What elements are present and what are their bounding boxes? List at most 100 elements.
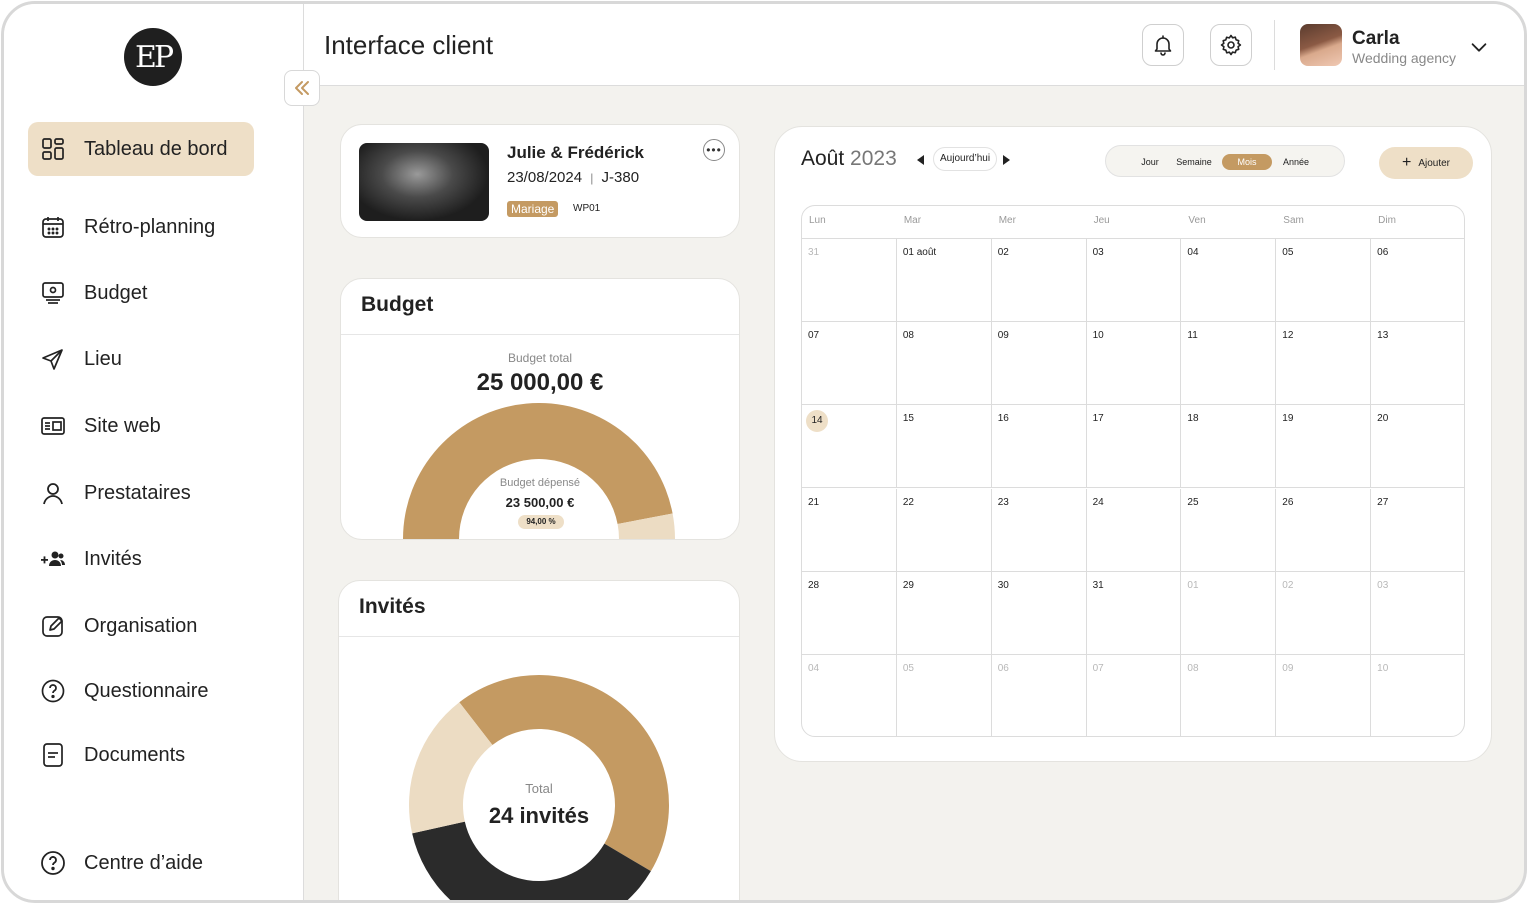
previous-month-button[interactable] bbox=[917, 155, 924, 165]
guests-total-value: 24 invités bbox=[488, 803, 590, 828]
sidebar-item-4[interactable]: Site web bbox=[28, 399, 254, 453]
add-event-button[interactable]: + Ajouter bbox=[1379, 147, 1473, 179]
app-window: EP Tableau de bord Rétro-planning Budget… bbox=[1, 1, 1527, 903]
calendar-day-number: 02 bbox=[997, 247, 1009, 258]
calendar-day-cell[interactable]: 19 bbox=[1276, 405, 1372, 489]
weekday-label: Mar bbox=[903, 215, 922, 226]
help-center-link[interactable]: Centre d’aide bbox=[28, 836, 254, 890]
sidebar-item-2[interactable]: Budget bbox=[28, 266, 254, 320]
calendar-icon bbox=[40, 214, 66, 240]
monitor-icon bbox=[40, 280, 66, 306]
calendar-day-cell[interactable]: 01 août bbox=[896, 239, 992, 323]
calendar-day-cell[interactable]: 21 bbox=[802, 488, 897, 572]
calendar-day-cell[interactable]: 24 bbox=[1086, 488, 1182, 572]
budget-total-label: Budget total bbox=[507, 351, 573, 365]
calendar-day-cell[interactable]: 06 bbox=[1371, 239, 1464, 323]
sidebar-item-label: Organisation bbox=[84, 614, 198, 637]
calendar-day-cell[interactable]: 09 bbox=[1276, 654, 1372, 736]
calendar-day-cell[interactable]: 17 bbox=[1086, 405, 1182, 489]
calendar-day-cell[interactable]: 20 bbox=[1371, 405, 1464, 489]
sidebar-item-1[interactable]: Rétro-planning bbox=[28, 200, 254, 254]
view-option-jour[interactable]: Jour bbox=[1132, 154, 1168, 170]
calendar-day-cell[interactable]: 12 bbox=[1276, 322, 1372, 406]
calendar-day-cell[interactable]: 10 bbox=[1371, 655, 1464, 736]
calendar-day-cell[interactable]: 31 bbox=[802, 239, 897, 323]
calendar-day-number: 23 bbox=[997, 496, 1009, 508]
calendar-day-cell[interactable]: 03 bbox=[1371, 572, 1464, 655]
calendar-day-cell[interactable]: 23 bbox=[991, 488, 1087, 572]
calendar-day-cell[interactable]: 01 bbox=[1181, 571, 1277, 655]
view-option-semaine[interactable]: Semaine bbox=[1168, 154, 1220, 170]
calendar-day-number: 12 bbox=[1282, 330, 1294, 342]
calendar-day-cell[interactable]: 08 bbox=[896, 322, 992, 406]
calendar-day-number: 02 bbox=[1282, 579, 1294, 591]
weekday-label: Sam bbox=[1283, 215, 1304, 226]
calendar-day-number: 10 bbox=[1092, 330, 1104, 342]
calendar-day-cell[interactable]: 14 bbox=[802, 405, 897, 489]
event-card[interactable]: Julie & Frédérick 23/08/2024 | J-380 Mar… bbox=[340, 124, 740, 238]
budget-spent-value: 23 500,00 € bbox=[505, 495, 575, 510]
calendar-day-cell[interactable]: 16 bbox=[991, 405, 1087, 489]
ellipsis-icon: ••• bbox=[706, 143, 722, 157]
sidebar-item-6[interactable]: Invités bbox=[28, 532, 254, 586]
chevron-down-icon[interactable] bbox=[1468, 36, 1490, 58]
weekday-label: Lun bbox=[809, 215, 826, 226]
calendar-day-number: 06 bbox=[997, 662, 1009, 674]
calendar-day-cell[interactable]: 27 bbox=[1371, 489, 1464, 572]
calendar-day-cell[interactable]: 07 bbox=[802, 322, 897, 406]
calendar-day-cell[interactable]: 05 bbox=[897, 654, 992, 736]
calendar-day-cell[interactable]: 02 bbox=[991, 239, 1087, 323]
calendar-day-number: 27 bbox=[1377, 496, 1389, 508]
sidebar-item-label: Budget bbox=[84, 281, 148, 304]
calendar-day-cell[interactable]: 15 bbox=[896, 405, 992, 489]
calendar-day-cell[interactable]: 30 bbox=[991, 571, 1087, 655]
calendar-day-cell[interactable]: 02 bbox=[1276, 571, 1372, 655]
weekday-label: Jeu bbox=[1093, 215, 1110, 226]
sidebar-item-9[interactable]: Documents bbox=[28, 728, 254, 782]
calendar-day-number: 13 bbox=[1377, 330, 1389, 342]
calendar-day-cell[interactable]: 31 bbox=[1086, 571, 1182, 655]
next-month-button[interactable] bbox=[1003, 155, 1010, 165]
calendar-day-number: 30 bbox=[997, 579, 1009, 591]
calendar-day-cell[interactable]: 06 bbox=[992, 654, 1087, 736]
calendar-day-cell[interactable]: 05 bbox=[1276, 239, 1372, 323]
calendar-day-cell[interactable]: 18 bbox=[1181, 405, 1277, 489]
collapse-sidebar-button[interactable] bbox=[284, 70, 320, 106]
calendar-day-cell[interactable]: 10 bbox=[1086, 322, 1182, 406]
calendar-day-cell[interactable]: 25 bbox=[1181, 488, 1277, 572]
sidebar-item-8[interactable]: Questionnaire bbox=[28, 664, 254, 718]
calendar-day-cell[interactable]: 13 bbox=[1371, 322, 1464, 406]
add-users-icon bbox=[40, 546, 66, 572]
calendar-day-cell[interactable]: 09 bbox=[991, 322, 1087, 406]
date-separator: | bbox=[590, 171, 594, 185]
calendar-day-cell[interactable]: 11 bbox=[1181, 322, 1277, 406]
calendar-day-cell[interactable]: 08 bbox=[1181, 654, 1277, 736]
calendar-day-cell[interactable]: 28 bbox=[802, 571, 897, 655]
notifications-button[interactable] bbox=[1142, 24, 1184, 66]
sidebar-item-7[interactable]: Organisation bbox=[28, 599, 254, 653]
user-avatar[interactable] bbox=[1300, 24, 1342, 66]
more-options-button[interactable]: ••• bbox=[703, 139, 725, 161]
calendar-day-number: 03 bbox=[1092, 247, 1104, 258]
sidebar-item-3[interactable]: Lieu bbox=[28, 332, 254, 386]
brand-logo[interactable]: EP bbox=[124, 28, 182, 86]
weekday-label: Dim bbox=[1378, 215, 1396, 226]
calendar-day-number: 09 bbox=[1282, 662, 1294, 674]
calendar-day-cell[interactable]: 22 bbox=[896, 488, 992, 572]
calendar-day-cell[interactable]: 04 bbox=[1181, 239, 1277, 323]
calendar-day-cell[interactable]: 29 bbox=[896, 571, 992, 655]
calendar-card: Août 2023 Aujourd’hui Jour Semaine Mois … bbox=[774, 126, 1492, 762]
today-button[interactable]: Aujourd’hui bbox=[933, 147, 998, 171]
view-option-annee[interactable]: Année bbox=[1276, 154, 1316, 170]
calendar-day-cell[interactable]: 03 bbox=[1086, 239, 1182, 323]
budget-card-title: Budget bbox=[341, 279, 739, 335]
settings-button[interactable] bbox=[1210, 24, 1252, 66]
view-option-mois[interactable]: Mois bbox=[1222, 154, 1272, 170]
calendar-day-cell[interactable]: 07 bbox=[1087, 654, 1182, 736]
calendar-day-number: 11 bbox=[1187, 330, 1198, 342]
calendar-day-cell[interactable]: 26 bbox=[1276, 488, 1372, 572]
calendar-day-cell[interactable]: 04 bbox=[802, 654, 897, 736]
sidebar-item-5[interactable]: Prestataires bbox=[28, 466, 254, 520]
sidebar-item-0[interactable]: Tableau de bord bbox=[28, 122, 254, 176]
calendar-day-number: 04 bbox=[808, 662, 820, 674]
